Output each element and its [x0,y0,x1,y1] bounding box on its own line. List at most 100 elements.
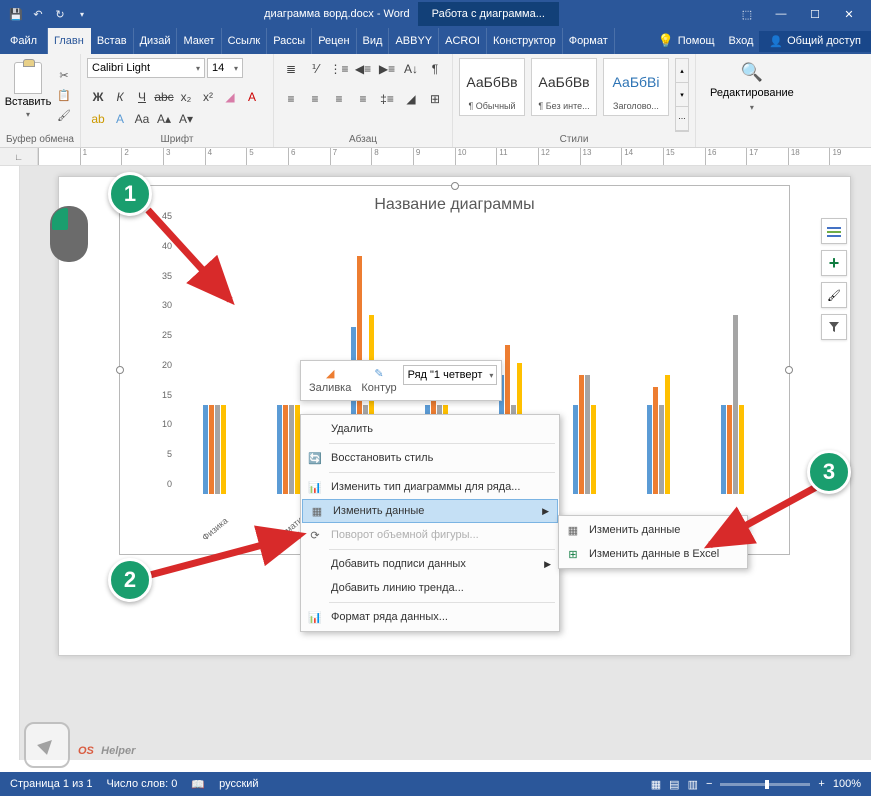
subscript-button[interactable]: x₂ [175,86,197,108]
zoom-out-button[interactable]: − [706,778,712,790]
zoom-slider[interactable] [720,783,810,786]
tab-selector[interactable]: ∟ [0,148,38,165]
share-button[interactable]: 👤Общий доступ [759,31,871,52]
qat-customize-icon[interactable]: ▾ [72,4,92,24]
language-indicator[interactable]: русский [219,778,258,790]
style-heading1[interactable]: АаБбВіЗаголово... [603,58,669,116]
resize-handle[interactable] [785,366,793,374]
line-spacing-button[interactable]: ‡≡ [376,88,398,110]
chart-styles-icon[interactable]: 🖌 [821,282,847,308]
align-center-button[interactable]: ≡ [304,88,326,110]
bold-button[interactable]: Ж [87,86,109,108]
style-no-spacing[interactable]: АаБбВв¶ Без инте... [531,58,597,116]
mini-toolbar: ◢Заливка ✎Контур Ряд "1 четверт [300,360,502,401]
tab-design[interactable]: Дизай [134,28,178,54]
sort-button[interactable]: A↓ [400,58,422,80]
ruler-horizontal[interactable]: ∟ 12345678910111213141516171819 [0,148,871,166]
chart-elements-icon[interactable]: + [821,250,847,276]
chart-type-icon: 📊 [307,479,323,495]
font-size-combo[interactable]: 14▾ [207,58,243,78]
tab-insert[interactable]: Встав [91,28,134,54]
tell-me[interactable]: 💡Помощ [650,33,723,49]
tab-acrobat[interactable]: ACROI [439,28,487,54]
highlight-button[interactable]: ab [87,108,109,130]
outline-button[interactable]: ✎Контур [357,365,400,396]
tab-references[interactable]: Ссылк [222,28,268,54]
web-layout-icon[interactable]: ▥ [688,778,698,791]
sign-in[interactable]: Вход [723,28,760,54]
ctx-add-data-labels[interactable]: Добавить подписи данных▶ [301,552,559,576]
copy-icon[interactable]: 📋 [54,86,74,104]
ctx-delete[interactable]: Удалить [301,417,559,441]
word-count[interactable]: Число слов: 0 [106,778,177,790]
strikethrough-button[interactable]: abc [153,86,175,108]
bullets-button[interactable]: ≣ [280,58,302,80]
person-icon: 👤 [769,35,783,48]
series-combo[interactable]: Ряд "1 четверт [403,365,498,385]
zoom-level[interactable]: 100% [833,778,861,790]
numbering-button[interactable]: ⅟ [304,58,326,80]
group-paragraph: ≣ ⅟ ⋮≡ ◀≡ ▶≡ A↓ ¶ ≡ ≡ ≡ ≡ ‡≡ ◢ ⊞ Абзац [274,54,453,147]
tab-chart-format[interactable]: Формат [563,28,615,54]
arrow-annotation [130,200,250,320]
shading-button[interactable]: ◢ [400,88,422,110]
ribbon-options-icon[interactable]: ⬚ [733,4,761,24]
format-painter-icon[interactable]: 🖌 [54,106,74,124]
spell-check-icon[interactable]: 📖 [191,778,205,791]
redo-icon[interactable]: ↻ [50,4,70,24]
ctx-edit-data[interactable]: ▦Изменить данные▶ [302,499,558,523]
show-marks-button[interactable]: ¶ [424,58,446,80]
tab-file[interactable]: Файл [0,28,48,54]
resize-handle[interactable] [451,182,459,190]
decrease-indent-button[interactable]: ◀≡ [352,58,374,80]
font-family-combo[interactable]: Calibri Light▾ [87,58,205,78]
font-color-button[interactable]: A [241,86,263,108]
styles-scroll[interactable]: ▴▾⋯ [675,58,689,132]
shrink-font-button[interactable]: A▾ [175,108,197,130]
underline-button[interactable]: Ч [131,86,153,108]
print-layout-icon[interactable]: ▤ [669,778,679,791]
multilevel-button[interactable]: ⋮≡ [328,58,350,80]
style-normal[interactable]: АаБбВв¶ Обычный [459,58,525,116]
chart-tools-tab[interactable]: Работа с диаграмма... [418,2,559,26]
increase-indent-button[interactable]: ▶≡ [376,58,398,80]
ribbon: Вставить ▾ ✂ 📋 🖌 Буфер обмена Calibri Li… [0,54,871,148]
align-right-button[interactable]: ≡ [328,88,350,110]
paste-button[interactable]: Вставить ▾ [6,58,50,132]
tab-layout[interactable]: Макет [177,28,221,54]
superscript-button[interactable]: x² [197,86,219,108]
change-case-button[interactable]: Aa [131,108,153,130]
close-icon[interactable]: ✕ [835,4,863,24]
tab-mailings[interactable]: Рассы [267,28,312,54]
ctx-add-trendline[interactable]: Добавить линию тренда... [301,576,559,600]
italic-button[interactable]: К [109,86,131,108]
tab-home[interactable]: Главн [48,28,91,54]
ctx-change-chart-type[interactable]: 📊Изменить тип диаграммы для ряда... [301,475,559,499]
find-button[interactable]: 🔍 Редактирование ▾ [702,58,802,132]
maximize-icon[interactable]: ☐ [801,4,829,24]
resize-handle[interactable] [116,366,124,374]
read-mode-icon[interactable]: ▦ [651,778,661,791]
layout-options-icon[interactable] [821,218,847,244]
ctx-reset-style[interactable]: 🔄Восстановить стиль [301,446,559,470]
grow-font-button[interactable]: A▴ [153,108,175,130]
tab-chart-design[interactable]: Конструктор [487,28,563,54]
tab-abbyy[interactable]: ABBYY [389,28,439,54]
page-indicator[interactable]: Страница 1 из 1 [10,778,92,790]
minimize-icon[interactable]: — [767,4,795,24]
save-icon[interactable]: 💾 [6,4,26,24]
borders-button[interactable]: ⊞ [424,88,446,110]
zoom-in-button[interactable]: + [818,778,824,790]
justify-button[interactable]: ≡ [352,88,374,110]
chart-filters-icon[interactable] [821,314,847,340]
undo-icon[interactable]: ↶ [28,4,48,24]
tab-view[interactable]: Вид [357,28,390,54]
ruler-vertical[interactable] [0,166,20,760]
clear-format-icon[interactable]: ◢ [219,86,241,108]
align-left-button[interactable]: ≡ [280,88,302,110]
text-effects-button[interactable]: A [109,108,131,130]
tab-review[interactable]: Рецен [312,28,356,54]
cut-icon[interactable]: ✂ [54,66,74,84]
fill-button[interactable]: ◢Заливка [305,365,355,396]
ctx-format-series[interactable]: 📊Формат ряда данных... [301,605,559,629]
